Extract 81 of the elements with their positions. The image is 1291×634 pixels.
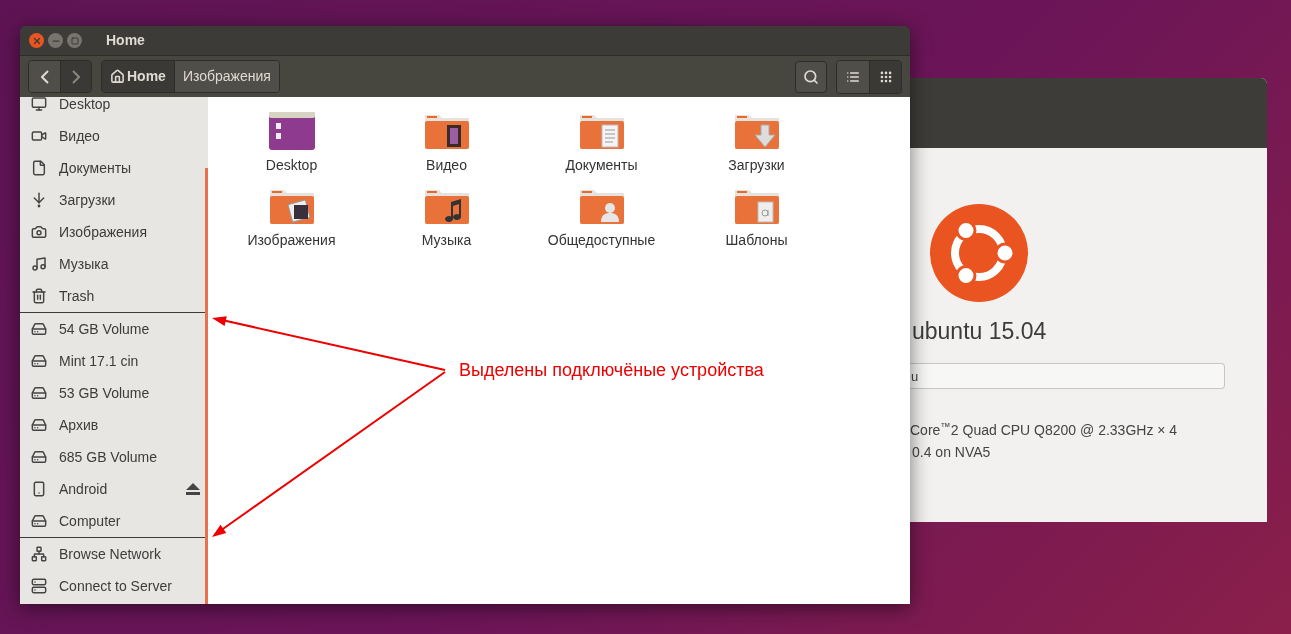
drive-icon <box>31 449 47 465</box>
path-button[interactable]: Изображения <box>173 61 279 92</box>
sidebar-item-label: 54 GB Volume <box>59 319 151 339</box>
sidebar-item-label: Видео <box>59 126 101 146</box>
trash-icon <box>31 288 47 304</box>
sidebar-item-label: Музыка <box>59 254 110 274</box>
file-name[interactable]: Изображения <box>247 230 336 251</box>
sidebar-item[interactable]: Computer <box>20 505 208 537</box>
sidebar-item-label: Документы <box>59 158 133 178</box>
device-name-field[interactable]: u <box>910 363 1225 389</box>
sidebar-item[interactable]: Документы <box>20 152 208 184</box>
file-name[interactable]: Музыка <box>421 230 472 251</box>
search-button[interactable] <box>795 60 827 93</box>
maximize-icon <box>70 36 79 45</box>
download-icon <box>31 192 47 208</box>
sidebar-item-label: Trash <box>59 286 96 306</box>
drive-icon <box>31 417 47 433</box>
file-name[interactable]: Desktop <box>265 155 318 176</box>
path-button[interactable]: Home <box>102 61 174 92</box>
search-icon <box>803 68 819 85</box>
sidebar-item-label: Android <box>59 479 109 499</box>
camera-icon <box>31 224 47 240</box>
sidebar-item-label: 53 GB Volume <box>59 383 151 403</box>
sidebar-item[interactable]: Mint 17.1 cin <box>20 345 208 377</box>
sidebar-item-label: Browse Network <box>59 544 162 564</box>
sidebar-item[interactable]: Архив <box>20 409 208 441</box>
close-button[interactable] <box>29 33 44 48</box>
video-icon <box>31 128 47 144</box>
file-name[interactable]: Видео <box>426 155 467 176</box>
sidebar-item[interactable]: Browse Network <box>20 538 208 570</box>
sidebar-item[interactable]: 685 GB Volume <box>20 441 208 473</box>
sidebar-item[interactable]: Android <box>20 473 208 505</box>
network-icon <box>31 546 47 562</box>
sidebar-item-label: 685 GB Volume <box>59 447 159 467</box>
sidebar-item-label: Изображения <box>59 222 148 242</box>
sidebar-item[interactable]: 54 GB Volume <box>20 313 208 345</box>
sidebar-item[interactable]: Connect to Server <box>20 570 208 602</box>
desktop-folder-icon <box>267 111 316 151</box>
server-icon <box>31 578 47 594</box>
processor-info: Core$^{™}$2 Quad CPU Q8200 @ 2.33GHz × 4 <box>910 419 1179 440</box>
file-name[interactable]: Загрузки <box>728 155 785 176</box>
ubuntu-logo-icon <box>930 204 1028 302</box>
phone-icon <box>31 481 47 497</box>
list-icon <box>846 69 860 84</box>
close-icon <box>31 35 42 46</box>
chevron-right-icon <box>72 69 80 84</box>
minimize-button[interactable] <box>48 33 63 48</box>
drive-icon <box>31 385 47 401</box>
annotation-text: Выделены подключёные устройства <box>459 359 764 382</box>
drive-icon <box>31 353 47 369</box>
sidebar-item-label: Desktop <box>59 97 112 114</box>
chevron-left-icon <box>40 69 49 84</box>
sidebar-item-label: Загрузки <box>59 190 117 210</box>
graphics-info: 0.4 on NVA5 <box>911 443 992 462</box>
music-icon <box>31 256 47 272</box>
maximize-button[interactable] <box>67 33 82 48</box>
home-icon <box>110 69 125 84</box>
sidebar-item[interactable]: Изображения <box>20 216 208 248</box>
eject-icon[interactable] <box>186 483 200 495</box>
sidebar-item-label: Computer <box>59 511 122 531</box>
sidebar-item[interactable]: Загрузки <box>20 184 208 216</box>
sidebar-item[interactable]: Видео <box>20 120 208 152</box>
sidebar-item-label: Архив <box>59 415 100 435</box>
list-view-button[interactable] <box>837 60 869 93</box>
sidebar-item[interactable]: Музыка <box>20 248 208 280</box>
sidebar-item-label: Connect to Server <box>59 576 173 596</box>
document-icon <box>31 160 47 176</box>
file-name[interactable]: Общедоступные <box>547 230 656 251</box>
sidebar-item-label: Mint 17.1 cin <box>59 351 140 371</box>
grid-icon <box>878 69 893 84</box>
drive-icon <box>31 321 47 337</box>
sidebar-item[interactable]: 53 GB Volume <box>20 377 208 409</box>
file-name[interactable]: Шаблоны <box>725 230 788 251</box>
grid-view-button[interactable] <box>869 60 901 93</box>
back-button[interactable] <box>29 61 60 92</box>
drive-icon <box>31 513 47 529</box>
window-title: Home <box>106 31 145 50</box>
sidebar-item[interactable]: Desktop <box>20 97 208 120</box>
sidebar-item[interactable]: Trash <box>20 280 208 312</box>
os-name: ubuntu 15.04 <box>911 317 1048 345</box>
file-name[interactable]: Документы <box>565 155 638 176</box>
